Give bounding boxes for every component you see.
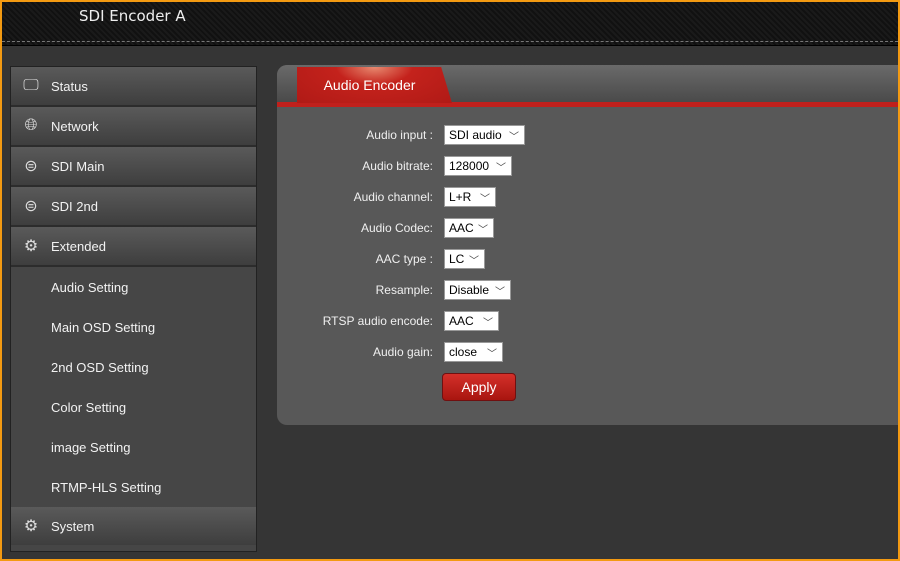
submenu-main-osd-setting[interactable]: Main OSD Setting <box>11 307 256 347</box>
field-label: Resample: <box>375 283 433 297</box>
apply-button[interactable]: Apply <box>442 373 516 401</box>
sidebar-item-label: Network <box>51 118 99 134</box>
tab-bar: Audio Encoder <box>277 65 898 107</box>
chevron-down-icon: ﹀ <box>487 349 497 360</box>
rtsp-audio-encode-select[interactable]: AAC ﹀ <box>444 311 499 331</box>
disk-drive-icon: ⊜ <box>24 198 38 215</box>
sidebar-item-sdi-2nd[interactable]: ⊜ SDI 2nd <box>11 187 256 227</box>
audio-channel-select[interactable]: L+R ﹀ <box>444 187 496 207</box>
sidebar-item-sdi-main[interactable]: ⊜ SDI Main <box>11 147 256 187</box>
form-row: Audio gain: close ﹀ <box>277 342 877 362</box>
header-divider <box>2 41 898 42</box>
sidebar-item-extended[interactable]: ⚙︎ Extended <box>11 227 256 267</box>
sidebar-item-label: Status <box>51 78 88 94</box>
chevron-down-icon: ﹀ <box>509 132 519 143</box>
field-label: Audio Codec: <box>360 221 433 235</box>
form-row: RTSP audio encode: AAC ﹀ <box>277 311 877 331</box>
app-window: SDI Encoder A 🖵 Status 🌐︎ Network ⊜ SDI Mai… <box>2 2 898 559</box>
sidebar-item-network[interactable]: 🌐︎ Network <box>11 107 256 147</box>
sidebar-item-system[interactable]: ⚙ System <box>11 507 256 545</box>
chevron-down-icon: ﹀ <box>483 318 493 329</box>
sidebar-item-label: Extended <box>51 238 106 254</box>
form-row: AAC type : LC ﹀ <box>277 249 877 269</box>
globe-icon: 🌐︎ <box>24 117 38 134</box>
audio-bitrate-select[interactable]: 128000 ﹀ <box>444 156 512 176</box>
select-value: LC <box>449 252 465 266</box>
submenu-color-setting[interactable]: Color Setting <box>11 387 256 427</box>
select-value: L+R <box>449 190 472 204</box>
form-row: Resample: Disable ﹀ <box>277 280 877 300</box>
chevron-down-icon: ﹀ <box>496 163 506 174</box>
select-value: 128000 <box>449 159 490 173</box>
field-label: RTSP audio encode: <box>322 314 433 328</box>
monitor-icon: 🖵 <box>23 77 39 94</box>
field-label: Audio input : <box>366 128 433 142</box>
app-title: SDI Encoder A <box>79 7 186 25</box>
select-value: Disable <box>449 283 490 297</box>
resample-select[interactable]: Disable ﹀ <box>444 280 511 300</box>
dotted-gear-icon: ⚙︎ <box>23 238 39 255</box>
form-row: Audio input : SDI audio ﹀ <box>277 125 877 145</box>
audio-encoder-panel: Audio Encoder Audio input : SDI audio ﹀ Au… <box>277 65 898 425</box>
tab-audio-encoder[interactable]: Audio Encoder <box>297 67 452 103</box>
aac-type-select[interactable]: LC ﹀ <box>444 249 485 269</box>
sidebar-item-label: SDI 2nd <box>51 198 98 214</box>
audio-input-select[interactable]: SDI audio ﹀ <box>444 125 525 145</box>
form-row: Audio bitrate: 128000 ﹀ <box>277 156 877 176</box>
field-label: Audio gain: <box>372 345 433 359</box>
chevron-down-icon: ﹀ <box>469 256 479 267</box>
submenu-audio-setting[interactable]: Audio Setting <box>11 267 256 307</box>
submenu-rtmp-hls-setting[interactable]: RTMP-HLS Setting <box>11 467 256 507</box>
field-label: AAC type : <box>375 252 433 266</box>
disk-drive-icon: ⊜ <box>24 158 38 175</box>
sidebar: 🖵 Status 🌐︎ Network ⊜ SDI Main ⊜ SDI 2nd ⚙︎ E… <box>10 66 257 552</box>
form-row: Audio Codec: AAC ﹀ <box>277 218 877 238</box>
select-value: SDI audio <box>449 128 502 142</box>
sidebar-item-status[interactable]: 🖵 Status <box>11 67 256 107</box>
chevron-down-icon: ﹀ <box>478 225 488 236</box>
chevron-down-icon: ﹀ <box>480 194 490 205</box>
sidebar-item-label: SDI Main <box>51 158 105 174</box>
audio-gain-select[interactable]: close ﹀ <box>444 342 503 362</box>
audio-codec-select[interactable]: AAC ﹀ <box>444 218 494 238</box>
field-label: Audio bitrate: <box>362 159 433 173</box>
sidebar-item-label: System <box>51 518 95 534</box>
submenu-image-setting[interactable]: image Setting <box>11 427 256 467</box>
submenu-2nd-osd-setting[interactable]: 2nd OSD Setting <box>11 347 256 387</box>
select-value: AAC <box>449 221 474 235</box>
gear-icon: ⚙ <box>23 518 39 535</box>
header: SDI Encoder A <box>2 2 898 46</box>
select-value: AAC <box>449 314 474 328</box>
select-value: close <box>449 345 478 359</box>
field-label: Audio channel: <box>353 190 433 204</box>
chevron-down-icon: ﹀ <box>495 287 505 298</box>
form-row: Audio channel: L+R ﹀ <box>277 187 877 207</box>
